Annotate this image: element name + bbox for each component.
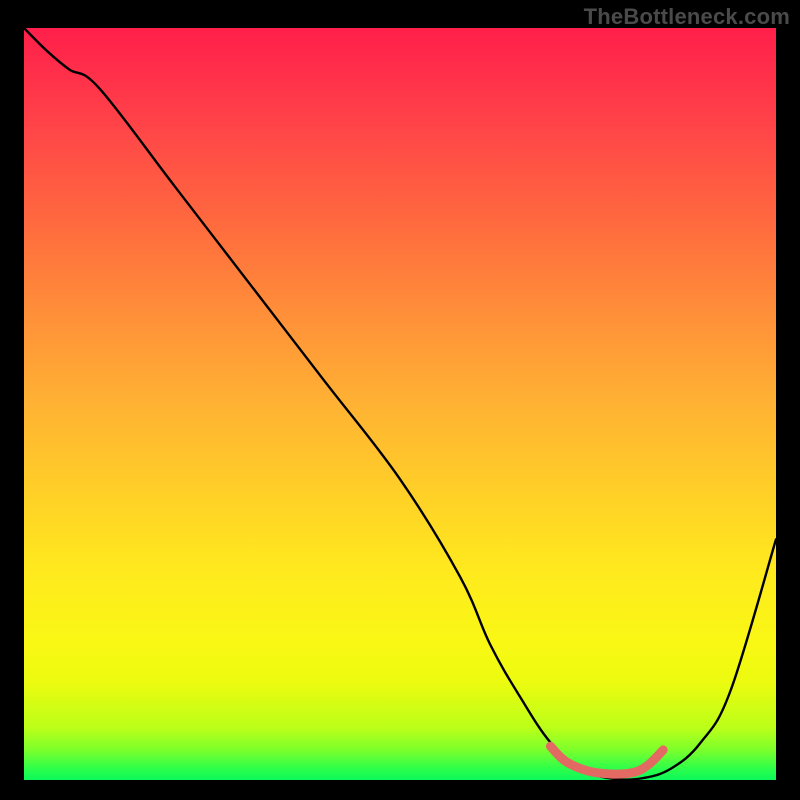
curve-svg bbox=[24, 28, 776, 780]
minimum-highlight bbox=[550, 746, 663, 774]
watermark-text: TheBottleneck.com bbox=[584, 4, 790, 30]
bottleneck-curve bbox=[24, 28, 776, 780]
plot-area bbox=[24, 28, 776, 780]
plot-outer bbox=[24, 28, 776, 780]
chart-frame: TheBottleneck.com bbox=[0, 0, 800, 800]
